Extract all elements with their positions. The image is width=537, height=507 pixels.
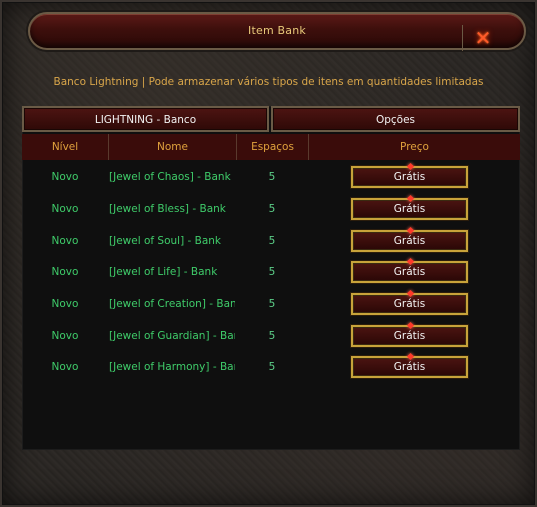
bank-panel: LIGHTNING - Banco Opções Nível Nome Espa… bbox=[22, 106, 520, 450]
buy-button-label: Grátis bbox=[393, 171, 426, 183]
buy-button[interactable]: Grátis bbox=[351, 321, 468, 347]
row-nome: [Jewel of Creation] - Bank bbox=[109, 298, 235, 310]
buy-button[interactable]: Grátis bbox=[351, 162, 468, 188]
buy-button-label: Grátis bbox=[393, 330, 426, 342]
red-gem-icon bbox=[406, 257, 415, 266]
row-nivel: Novo bbox=[51, 266, 79, 278]
row-nome: [Jewel of Chaos] - Bank bbox=[109, 171, 231, 183]
row-espacos: 5 bbox=[268, 266, 276, 278]
bank-info-text: Banco Lightning | Pode armazenar vários … bbox=[53, 76, 484, 88]
row-nome: [Jewel of Harmony] - Bank bbox=[109, 361, 235, 373]
red-gem-icon bbox=[406, 352, 415, 361]
buy-button[interactable]: Grátis bbox=[351, 257, 468, 283]
row-espacos: 5 bbox=[268, 361, 276, 373]
close-button[interactable]: ✕ bbox=[462, 25, 494, 51]
row-nome: [Jewel of Life] - Bank bbox=[109, 266, 218, 278]
buy-button[interactable]: Grátis bbox=[351, 352, 468, 378]
red-gem-icon bbox=[406, 162, 415, 171]
buy-button[interactable]: Grátis bbox=[351, 194, 468, 220]
column-header-espacos: Espaços bbox=[237, 134, 309, 160]
table-row: Novo [Jewel of Life] - Bank 5 Grátis bbox=[22, 257, 520, 288]
red-gem-icon bbox=[406, 194, 415, 203]
table-row: Novo [Jewel of Bless] - Bank 5 Grátis bbox=[22, 194, 520, 225]
table-row: Novo [Jewel of Harmony] - Bank 5 Grátis bbox=[22, 352, 520, 383]
row-espacos: 5 bbox=[268, 235, 276, 247]
title-bar: Item Bank ✕ bbox=[28, 12, 526, 51]
row-espacos: 5 bbox=[268, 203, 276, 215]
row-nome: [Jewel of Bless] - Bank bbox=[109, 203, 226, 215]
close-divider bbox=[462, 25, 463, 51]
row-nivel: Novo bbox=[51, 235, 79, 247]
buy-button[interactable]: Grátis bbox=[351, 226, 468, 252]
red-gem-icon bbox=[406, 289, 415, 298]
row-nivel: Novo bbox=[51, 361, 79, 373]
table-row: Novo [Jewel of Creation] - Bank 5 Grátis bbox=[22, 289, 520, 320]
window-title: Item Bank bbox=[248, 24, 306, 37]
red-gem-icon bbox=[406, 321, 415, 330]
column-header-nivel: Nível bbox=[22, 134, 109, 160]
row-nome: [Jewel of Guardian] - Bank bbox=[109, 330, 235, 342]
row-nome: [Jewel of Soul] - Bank bbox=[109, 235, 222, 247]
row-espacos: 5 bbox=[268, 171, 276, 183]
row-espacos: 5 bbox=[268, 298, 276, 310]
red-gem-icon bbox=[406, 226, 415, 235]
row-nivel: Novo bbox=[51, 330, 79, 342]
buy-button[interactable]: Grátis bbox=[351, 289, 468, 315]
table-row: Novo [Jewel of Guardian] - Bank 5 Grátis bbox=[22, 321, 520, 352]
row-nivel: Novo bbox=[51, 171, 79, 183]
row-nivel: Novo bbox=[51, 203, 79, 215]
tab-options[interactable]: Opções bbox=[271, 106, 520, 132]
buy-button-label: Grátis bbox=[393, 235, 426, 247]
item-bank-window: Item Bank ✕ Banco Lightning | Pode armaz… bbox=[0, 0, 537, 507]
column-header-preco: Preço bbox=[400, 141, 429, 153]
row-espacos: 5 bbox=[268, 330, 276, 342]
row-nivel: Novo bbox=[51, 298, 79, 310]
table-row: Novo [Jewel of Soul] - Bank 5 Grátis bbox=[22, 226, 520, 257]
table-header: Nível Nome Espaços Preço bbox=[22, 134, 520, 160]
buy-button-label: Grátis bbox=[393, 361, 426, 373]
table-row: Novo [Jewel of Chaos] - Bank 5 Grátis bbox=[22, 162, 520, 193]
buy-button-label: Grátis bbox=[393, 298, 426, 310]
buy-button-label: Grátis bbox=[393, 203, 426, 215]
tab-lightning-bank[interactable]: LIGHTNING - Banco bbox=[22, 106, 269, 132]
column-header-nome: Nome bbox=[109, 134, 237, 160]
buy-button-label: Grátis bbox=[393, 266, 426, 278]
close-x-icon: ✕ bbox=[474, 26, 492, 50]
